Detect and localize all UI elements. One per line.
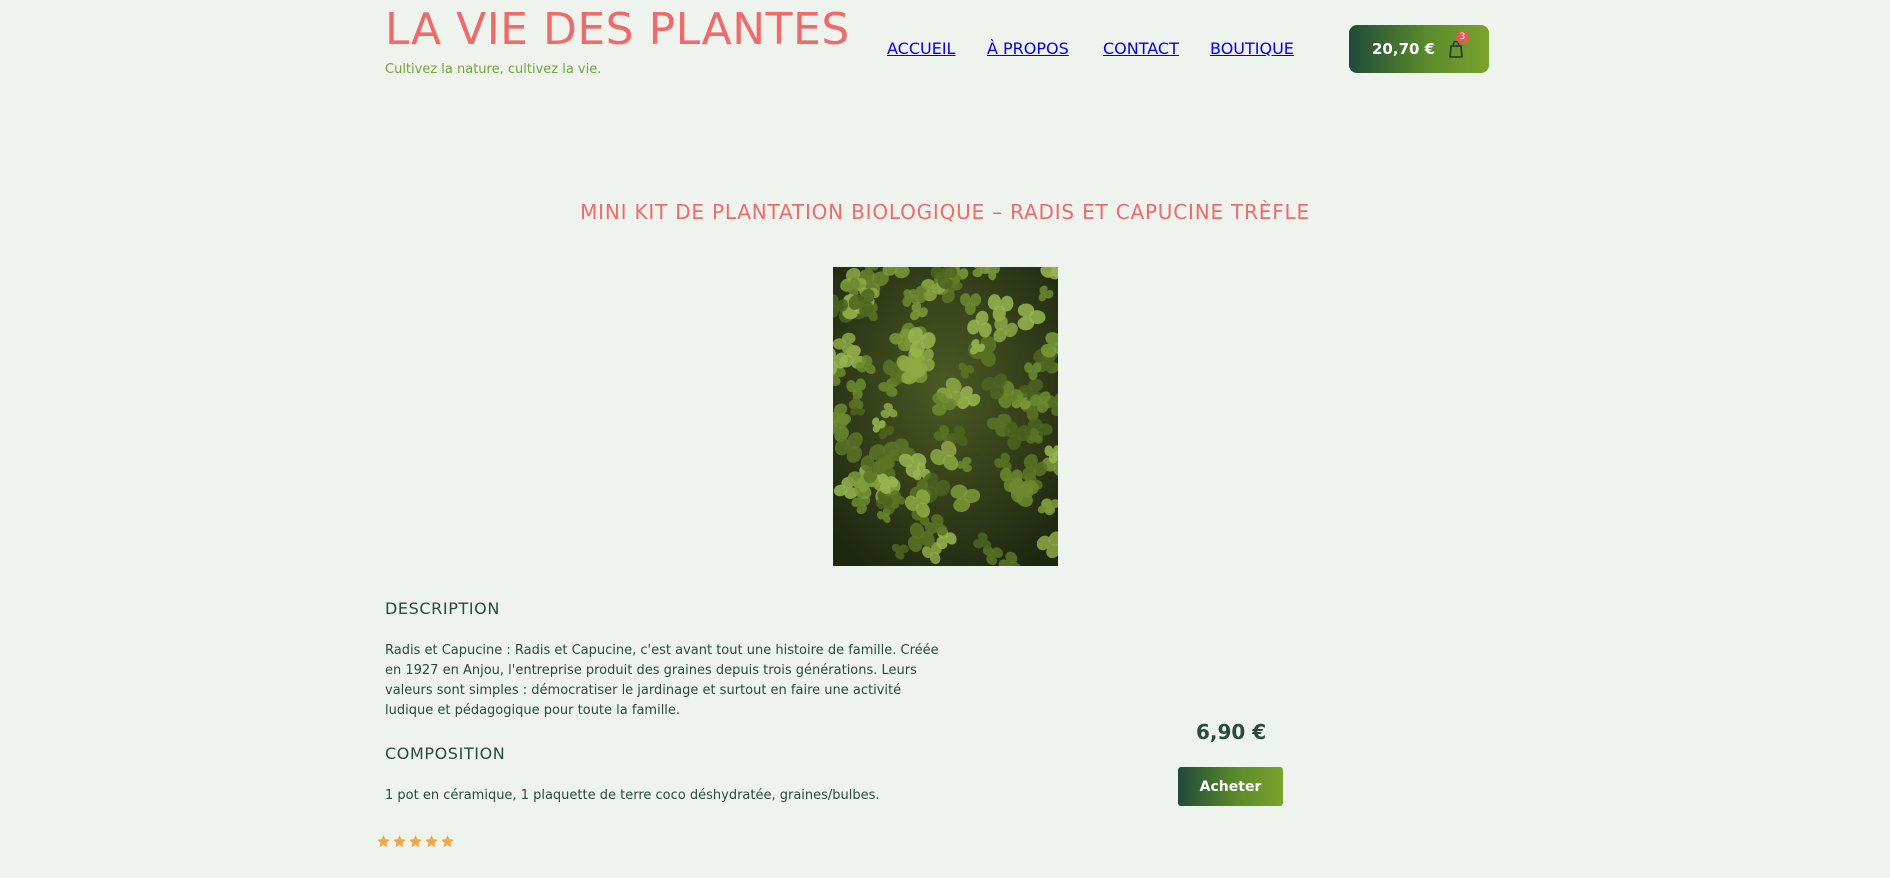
- site-title[interactable]: LA VIE DES PLANTES: [385, 2, 850, 58]
- composition-heading: COMPOSITION: [385, 744, 506, 763]
- rating-stars: [376, 834, 455, 849]
- cart-button[interactable]: 20,70 € 3: [1349, 25, 1489, 73]
- site-tagline: Cultivez la nature, cultivez la vie.: [385, 62, 602, 77]
- product-title: MINI KIT DE PLANTATION BIOLOGIQUE – RADI…: [580, 200, 1310, 224]
- buy-button[interactable]: Acheter: [1178, 767, 1283, 806]
- star-icon: [393, 835, 406, 848]
- star-icon: [377, 835, 390, 848]
- star-icon: [425, 835, 438, 848]
- star-icon: [409, 835, 422, 848]
- cart-total: 20,70 €: [1372, 40, 1436, 58]
- description-text: Radis et Capucine : Radis et Capucine, c…: [385, 643, 939, 718]
- cart-count-badge: 3: [1456, 31, 1469, 44]
- product-price: 6,90 €: [1196, 720, 1267, 744]
- nav-item-a-propos[interactable]: À PROPOS: [987, 39, 1069, 58]
- description-heading: DESCRIPTION: [385, 599, 500, 618]
- nav-item-accueil[interactable]: ACCUEIL: [887, 39, 955, 58]
- composition-text: 1 pot en céramique, 1 plaquette de terre…: [385, 788, 880, 803]
- star-icon: [441, 835, 454, 848]
- nav-item-contact[interactable]: CONTACT: [1103, 39, 1179, 58]
- nav-item-boutique[interactable]: BOUTIQUE: [1210, 39, 1294, 58]
- product-image[interactable]: [833, 267, 1058, 566]
